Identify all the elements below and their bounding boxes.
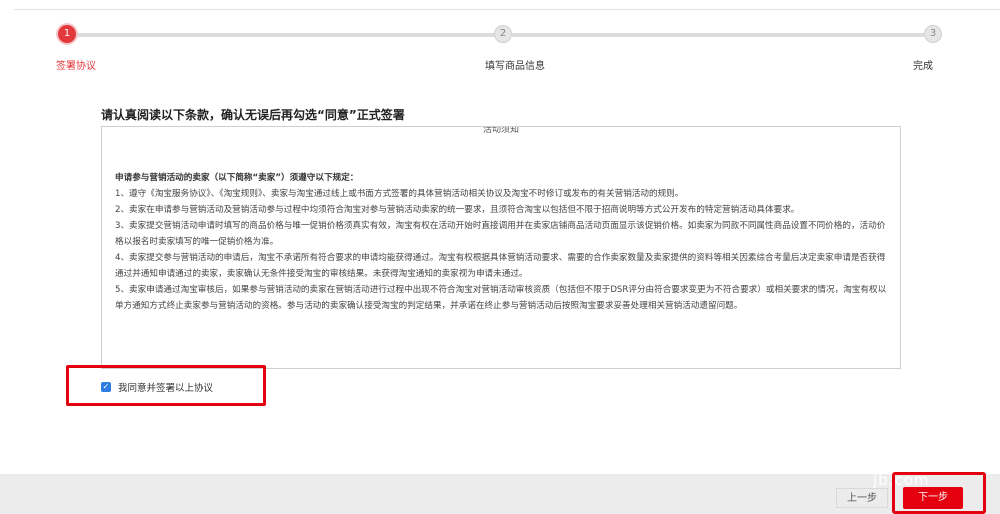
top-border [14,9,1000,10]
terms-clause-3: 3、卖家提交营销活动申请时填写的商品价格与唯一促销价格须真实有效，淘宝有权在活动… [115,221,886,247]
step-track-1-2 [75,33,495,37]
terms-clause-1: 1、遵守《淘宝服务协议》、《淘宝规则》、卖家与淘宝通过线上或书面方式签署的具体营… [115,189,684,199]
terms-clause-4: 4、卖家提交参与营销活动的申请后，淘宝不承诺所有符合要求的申请均能获得通过。淘宝… [115,253,886,279]
terms-intro: 申请参与营销活动的卖家（以下简称“卖家”）须遵守以下规定： [115,173,359,183]
step-1-label: 签署协议 [56,61,96,72]
annotation-highlight-checkbox [66,365,266,406]
prev-step-button[interactable]: 上一步 [836,488,888,508]
terms-scroll-box[interactable]: 活动须知 申请参与营销活动的卖家（以下简称“卖家”）须遵守以下规定： 1、遵守《… [101,126,901,369]
step-2-label: 填写商品信息 [485,61,545,72]
step-3-label: 完成 [913,61,933,72]
step-1-indicator: 1 [58,25,76,43]
annotation-highlight-next [892,472,986,514]
agreement-heading: 请认真阅读以下条款，确认无误后再勾选“同意”正式签署 [101,108,405,122]
step-2-indicator: 2 [494,25,512,43]
terms-clause-2: 2、卖家在申请参与营销活动及营销活动参与过程中均须符合淘宝对参与营销活动卖家的统… [115,205,800,215]
terms-clause-5: 5、卖家申请通过淘宝审核后，如果参与营销活动的卖家在营销活动进行过程中出现不符合… [115,285,887,311]
step-track-2-3 [512,33,924,37]
step-3-indicator: 3 [924,25,942,43]
terms-content: 申请参与营销活动的卖家（以下简称“卖家”）须遵守以下规定： 1、遵守《淘宝服务协… [115,170,893,314]
terms-title: 活动须知 [482,126,519,135]
